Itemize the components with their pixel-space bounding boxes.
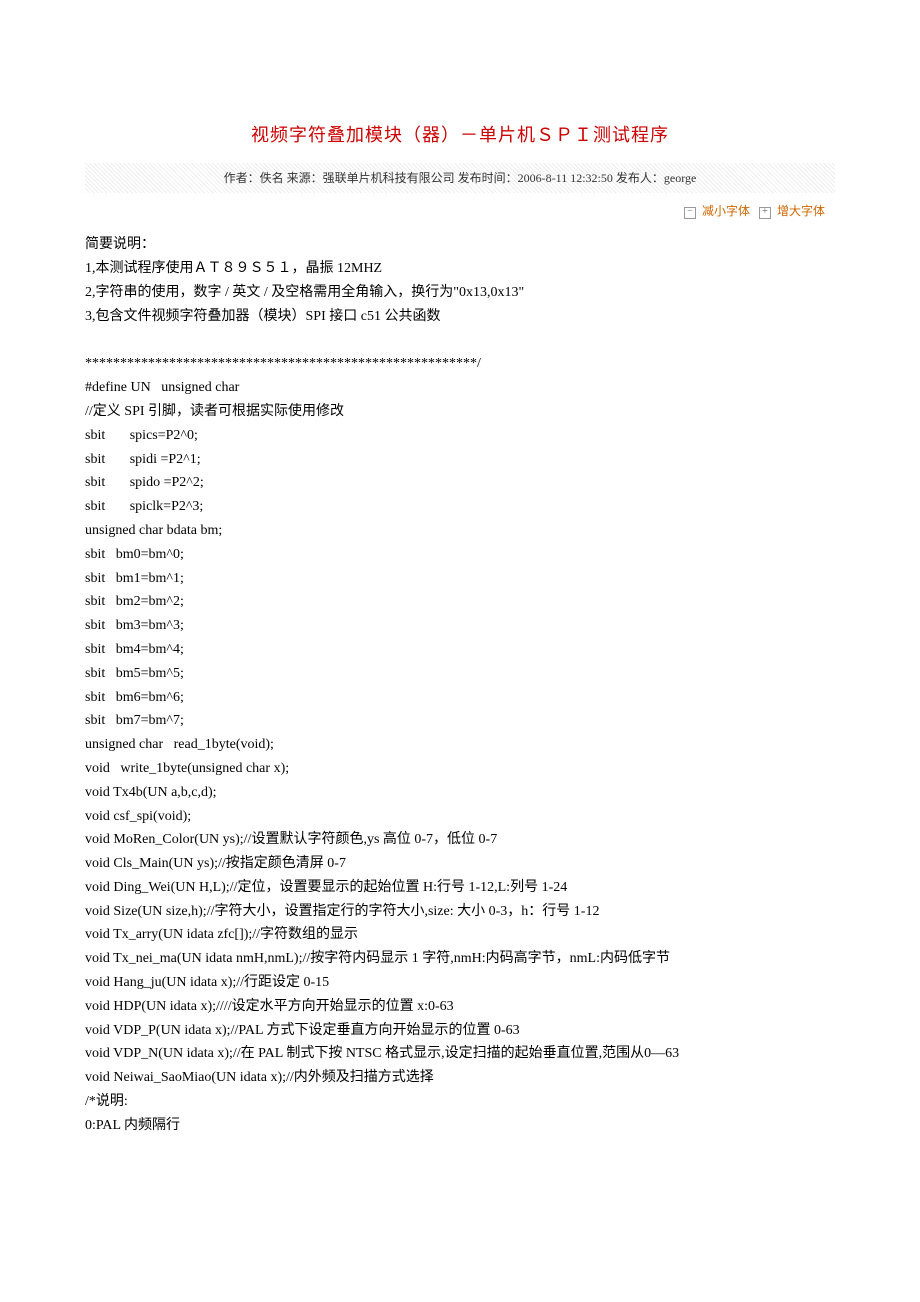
- code-line: void Cls_Main(UN ys);//按指定颜色清屏 0-7: [85, 852, 835, 876]
- article-title: 视频字符叠加模块（器）－单片机ＳＰＩ测试程序: [85, 120, 835, 151]
- font-size-controls: −减小字体 + 增大字体: [85, 197, 835, 233]
- code-line: void VDP_P(UN idata x);//PAL 方式下设定垂直方向开始…: [85, 1019, 835, 1043]
- code-line: sbit bm7=bm^7;: [85, 709, 835, 733]
- code-line: /*说明:: [85, 1090, 835, 1114]
- code-line: void Neiwai_SaoMiao(UN idata x);//内外频及扫描…: [85, 1066, 835, 1090]
- meta-bar: 作者：佚名 来源：强联单片机科技有限公司 发布时间：2006-8-11 12:3…: [85, 163, 835, 193]
- code-line: [85, 329, 835, 353]
- code-line: void Ding_Wei(UN H,L);//定位，设置要显示的起始位置 H:…: [85, 876, 835, 900]
- code-line: sbit bm1=bm^1;: [85, 567, 835, 591]
- code-line: void Size(UN size,h);//字符大小，设置指定行的字符大小,s…: [85, 900, 835, 924]
- code-line: sbit spidi =P2^1;: [85, 448, 835, 472]
- code-line: sbit spics=P2^0;: [85, 424, 835, 448]
- code-line: sbit spido =P2^2;: [85, 471, 835, 495]
- code-line: void write_1byte(unsigned char x);: [85, 757, 835, 781]
- code-line: 简要说明：: [85, 233, 835, 257]
- code-line: sbit spiclk=P2^3;: [85, 495, 835, 519]
- code-line: 3,包含文件视频字符叠加器（模块）SPI 接口 c51 公共函数: [85, 305, 835, 329]
- meta-text: 作者：佚名 来源：强联单片机科技有限公司 发布时间：2006-8-11 12:3…: [224, 171, 697, 185]
- code-line: void MoRen_Color(UN ys);//设置默认字符颜色,ys 高位…: [85, 828, 835, 852]
- code-line: unsigned char bdata bm;: [85, 519, 835, 543]
- plus-icon: +: [759, 207, 771, 219]
- code-line: sbit bm3=bm^3;: [85, 614, 835, 638]
- code-line: void Hang_ju(UN idata x);//行距设定 0-15: [85, 971, 835, 995]
- code-line: sbit bm2=bm^2;: [85, 590, 835, 614]
- code-line: sbit bm6=bm^6;: [85, 686, 835, 710]
- code-line: unsigned char read_1byte(void);: [85, 733, 835, 757]
- decrease-font-link[interactable]: 减小字体: [702, 204, 750, 218]
- code-line: void csf_spi(void);: [85, 805, 835, 829]
- minus-icon: −: [684, 207, 696, 219]
- code-line: ****************************************…: [85, 352, 835, 376]
- code-line: 0:PAL 内频隔行: [85, 1114, 835, 1138]
- code-line: #define UN unsigned char: [85, 376, 835, 400]
- code-line: //定义 SPI 引脚，读者可根据实际使用修改: [85, 400, 835, 424]
- increase-font-link[interactable]: 增大字体: [777, 204, 825, 218]
- code-line: 2,字符串的使用，数字 / 英文 / 及空格需用全角输入，换行为"0x13,0x…: [85, 281, 835, 305]
- document-page: 视频字符叠加模块（器）－单片机ＳＰＩ测试程序 作者：佚名 来源：强联单片机科技有…: [0, 0, 920, 1302]
- code-line: void Tx_nei_ma(UN idata nmH,nmL);//按字符内码…: [85, 947, 835, 971]
- code-line: sbit bm5=bm^5;: [85, 662, 835, 686]
- code-line: void HDP(UN idata x);////设定水平方向开始显示的位置 x…: [85, 995, 835, 1019]
- code-line: 1,本测试程序使用ＡＴ８９Ｓ５１，晶振 12MHZ: [85, 257, 835, 281]
- code-line: void Tx4b(UN a,b,c,d);: [85, 781, 835, 805]
- code-line: sbit bm0=bm^0;: [85, 543, 835, 567]
- code-line: sbit bm4=bm^4;: [85, 638, 835, 662]
- code-line: void VDP_N(UN idata x);//在 PAL 制式下按 NTSC…: [85, 1042, 835, 1066]
- code-line: void Tx_arry(UN idata zfc[]);//字符数组的显示: [85, 923, 835, 947]
- article-body: 简要说明：1,本测试程序使用ＡＴ８９Ｓ５１，晶振 12MHZ2,字符串的使用，数…: [85, 233, 835, 1137]
